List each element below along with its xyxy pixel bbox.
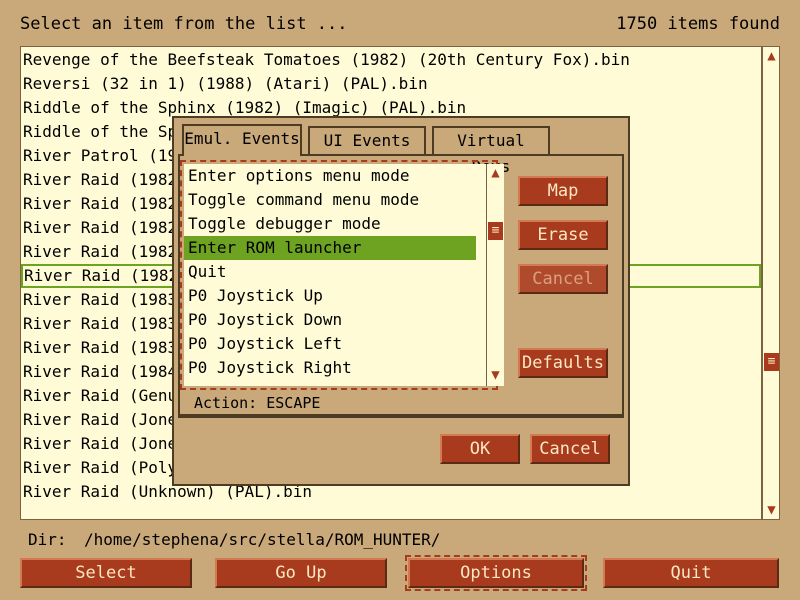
tab-emul-events[interactable]: Emul. Events xyxy=(182,124,302,156)
tab-virtual-devs[interactable]: Virtual Devs xyxy=(432,126,550,176)
event-mapping-dialog: Emul. Events UI Events Virtual Devs Ente… xyxy=(172,116,630,486)
event-list-item[interactable]: Toggle debugger mode xyxy=(188,212,381,236)
rom-list-item[interactable]: River Raid (Polyv xyxy=(23,456,187,480)
rom-list-item[interactable]: River Raid (1982) xyxy=(23,168,187,192)
rom-list-scrollbar[interactable]: ▲ ≡ ▼ xyxy=(762,46,780,520)
action-text: Action: ESCAPE xyxy=(194,394,321,412)
cancel-button[interactable]: Cancel xyxy=(530,434,610,464)
ok-button[interactable]: OK xyxy=(440,434,520,464)
rom-list-item[interactable]: River Raid (1984) xyxy=(23,360,187,384)
quit-button[interactable]: Quit xyxy=(603,558,779,588)
rom-list-item[interactable]: River Raid (1983) xyxy=(23,312,187,336)
event-list[interactable]: Enter options menu mode Toggle command me… xyxy=(180,160,504,390)
item-count: 1750 items found xyxy=(616,14,780,34)
rom-list-item[interactable]: River Patrol (198 xyxy=(23,144,187,168)
event-list-item[interactable]: Toggle command menu mode xyxy=(188,188,419,212)
scroll-down-icon[interactable]: ▼ xyxy=(764,503,779,517)
defaults-button[interactable]: Defaults xyxy=(518,348,608,378)
scroll-thumb-icon[interactable]: ≡ xyxy=(764,353,779,371)
tab-ui-events[interactable]: UI Events xyxy=(308,126,426,154)
event-list-item[interactable]: P0 Joystick Up xyxy=(188,284,323,308)
rom-list-item[interactable]: River Raid (1983) xyxy=(23,336,187,360)
rom-list-item[interactable]: Riddle of the Sph xyxy=(23,120,187,144)
go-up-button[interactable]: Go Up xyxy=(215,558,387,588)
rom-list-item[interactable]: River Raid (1982) xyxy=(23,240,187,264)
map-button[interactable]: Map xyxy=(518,176,608,206)
dialog-divider xyxy=(178,416,624,418)
event-scroll-down-icon[interactable]: ▼ xyxy=(488,368,503,382)
event-list-item[interactable]: Enter options menu mode xyxy=(188,164,410,188)
dir-path: /home/stephena/src/stella/ROM_HUNTER/ xyxy=(84,530,441,549)
prompt-text: Select an item from the list ... xyxy=(20,14,348,34)
rom-list-item[interactable]: River Raid (Jone xyxy=(23,432,177,456)
rom-list-item[interactable]: River Raid (1982) xyxy=(23,216,187,240)
event-list-item[interactable]: P0 Joystick Down xyxy=(188,308,342,332)
rom-list-item[interactable]: River Raid (1983) xyxy=(23,288,187,312)
event-scroll-up-icon[interactable]: ▲ xyxy=(488,166,503,180)
rom-list-item[interactable]: River Raid (Jone xyxy=(23,408,177,432)
event-scroll-thumb-icon[interactable]: ≡ xyxy=(488,222,503,240)
erase-button[interactable]: Erase xyxy=(518,220,608,250)
scroll-up-icon[interactable]: ▲ xyxy=(764,49,779,63)
cancel-map-button[interactable]: Cancel xyxy=(518,264,608,294)
select-button[interactable]: Select xyxy=(20,558,192,588)
rom-list-item[interactable]: Revenge of the Beefsteak Tomatoes (1982)… xyxy=(23,48,630,72)
event-list-item[interactable]: Quit xyxy=(188,260,227,284)
event-list-scrollbar[interactable]: ▲ ≡ ▼ xyxy=(486,164,504,386)
rom-list-item[interactable]: Reversi (32 in 1) (1988) (Atari) (PAL).b… xyxy=(23,72,428,96)
dir-label: Dir: xyxy=(28,530,67,549)
event-list-item[interactable]: Enter ROM launcher xyxy=(184,236,476,260)
event-list-item[interactable]: P0 Joystick Left xyxy=(188,332,342,356)
options-button[interactable]: Options xyxy=(405,555,587,591)
event-list-item[interactable]: P0 Joystick Right xyxy=(188,356,352,380)
rom-list-item[interactable]: River Raid (Genu xyxy=(23,384,177,408)
rom-list-item[interactable]: River Raid (1982) xyxy=(23,192,187,216)
